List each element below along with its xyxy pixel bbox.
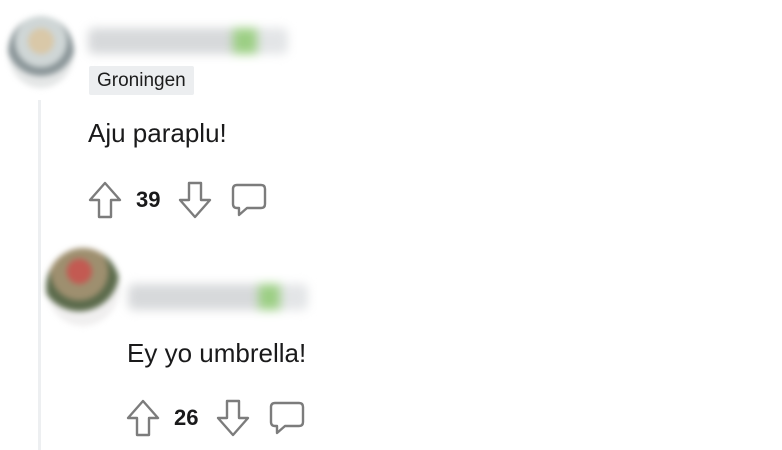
user-flair: Groningen [89, 66, 194, 95]
comment-body: Ey yo umbrella! [127, 338, 307, 368]
avatar[interactable] [8, 16, 74, 88]
username-blurred[interactable] [88, 28, 288, 54]
comment-actions: 39 [86, 180, 268, 220]
vote-score: 39 [136, 187, 161, 212]
vote-score: 26 [174, 405, 199, 430]
upvote-icon[interactable] [124, 398, 162, 438]
comment-actions: 26 [124, 398, 306, 438]
reply-icon[interactable] [268, 398, 306, 438]
username-blurred[interactable] [128, 284, 308, 310]
downvote-icon[interactable] [176, 180, 214, 220]
reply-icon[interactable] [230, 180, 268, 220]
avatar[interactable] [46, 248, 120, 326]
thread-line[interactable] [38, 100, 41, 450]
upvote-icon[interactable] [86, 180, 124, 220]
downvote-icon[interactable] [214, 398, 252, 438]
comment-body: Aju paraplu! [88, 118, 227, 148]
